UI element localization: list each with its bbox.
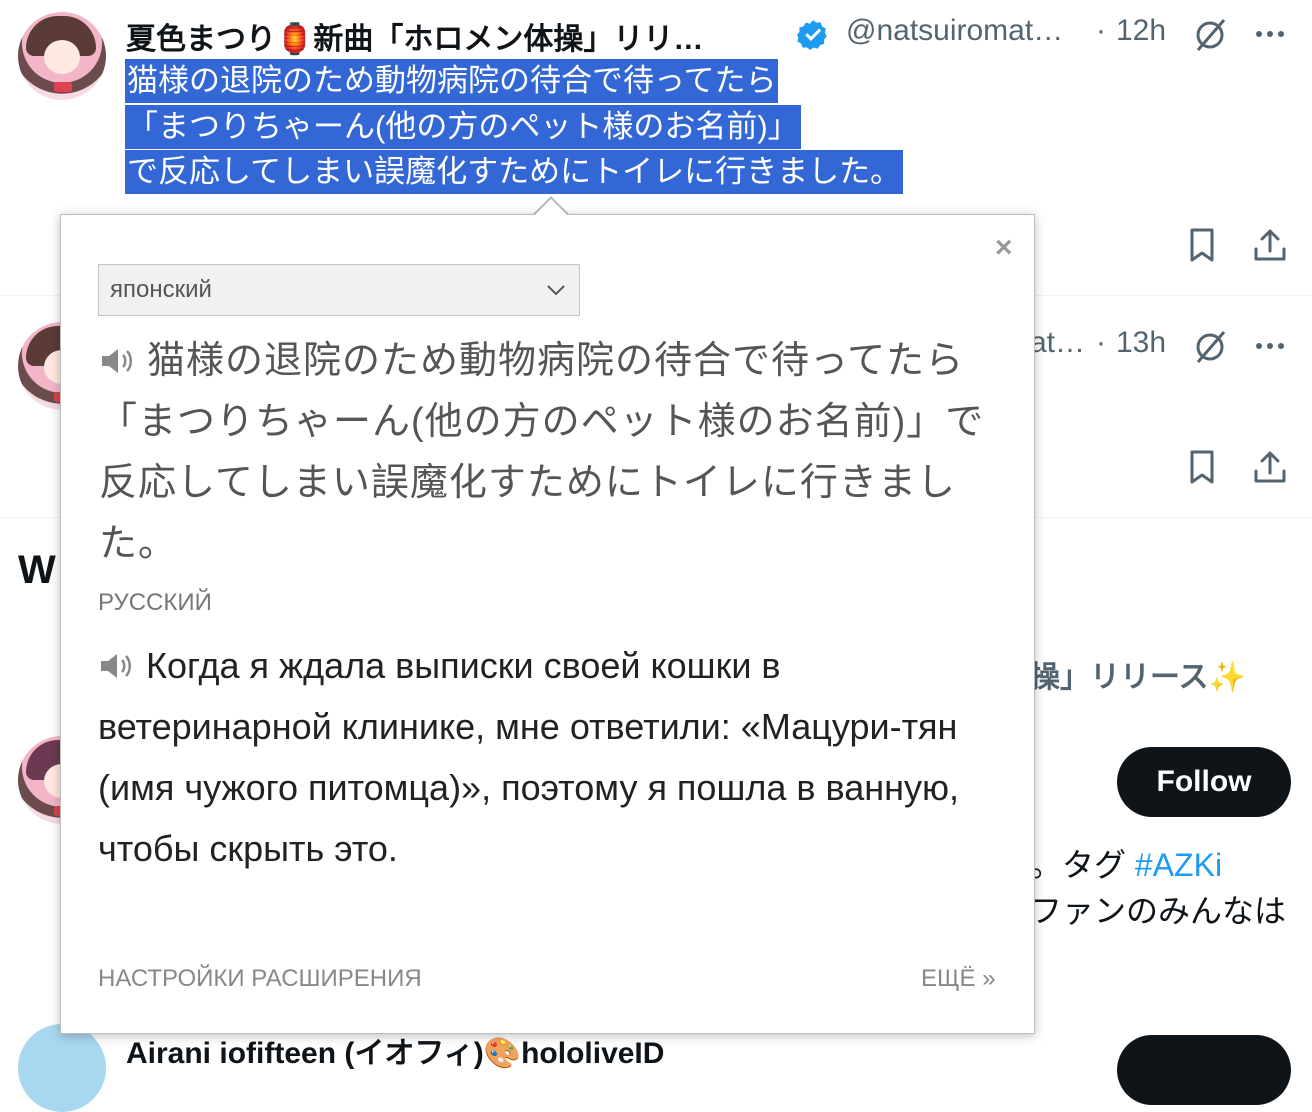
source-text-content: 猫様の退院のため動物病院の待合で待ってたら「まつりちゃーん(他の方のペット様のお… xyxy=(99,340,985,565)
verified-badge-icon xyxy=(796,20,827,50)
popup-arrow-inner xyxy=(534,199,568,216)
more-options-icon[interactable] xyxy=(1250,14,1290,54)
target-language-label: РУССКИЙ xyxy=(98,589,212,616)
tweet-timestamp[interactable]: 13h xyxy=(1116,326,1166,360)
suggested-user-name[interactable]: 操」リリース✨ xyxy=(1030,652,1246,696)
suggested-user-name[interactable]: Airani iofifteen (イオフィ)🎨hololiveID xyxy=(126,1028,664,1072)
source-text: 猫様の退院のため動物病院の待合で待ってたら「まつりちゃーん(他の方のペット様のお… xyxy=(99,331,999,575)
translated-text: Когда я ждала выписки своей кошки в вете… xyxy=(98,635,1008,879)
selected-text-line-3[interactable]: で反応してしまい誤魔化すためにトイレに行きました。 xyxy=(125,150,904,194)
tweet-handle[interactable]: at… xyxy=(1030,326,1085,360)
speaker-icon[interactable] xyxy=(99,346,135,376)
more-link[interactable]: ЕЩЁ » xyxy=(921,965,996,993)
follow-button[interactable]: Follow xyxy=(1117,747,1291,817)
tweet-author-name[interactable]: 夏色まつり🏮新曲「ホロメン体操」リリ… xyxy=(126,14,703,58)
section-heading: W xyxy=(18,548,56,592)
more-options-icon[interactable] xyxy=(1250,326,1290,366)
follow-button[interactable] xyxy=(1117,1035,1291,1105)
extension-settings-link[interactable]: НАСТРОЙКИ РАСШИРЕНИЯ xyxy=(98,965,422,993)
meta-separator: · xyxy=(1096,326,1106,359)
source-language-select[interactable]: японский xyxy=(98,264,580,316)
translated-text-content: Когда я ждала выписки своей кошки в вете… xyxy=(98,645,959,869)
selected-text-line-1[interactable]: 猫様の退院のため動物病院の待合で待ってたら xyxy=(125,59,779,103)
bio-text: 。タグ xyxy=(1030,847,1127,883)
bookmark-icon[interactable] xyxy=(1182,447,1222,487)
selected-text-line-2[interactable]: 「まつりちゃーん(他の方のペット様のお名前)」 xyxy=(125,105,801,149)
bookmark-icon[interactable] xyxy=(1182,225,1222,265)
suggested-user-bio: 。タグ #AZKi xyxy=(1030,840,1222,886)
hashtag-link[interactable]: #AZKi xyxy=(1135,847,1222,883)
avatar[interactable] xyxy=(18,12,106,100)
tweet-timestamp[interactable]: 12h xyxy=(1116,14,1166,48)
translation-popup: × японский 猫様の退院のため動物病院の待合で待ってたら「まつりちゃーん… xyxy=(60,214,1035,1034)
source-language-value: японский xyxy=(110,276,212,303)
meta-separator: · xyxy=(1096,14,1106,47)
tweet-handle[interactable]: @natsuiromat… xyxy=(846,14,1063,48)
close-icon[interactable]: × xyxy=(995,233,1013,263)
grok-icon[interactable] xyxy=(1190,14,1230,54)
chevron-down-icon xyxy=(547,285,565,296)
share-icon[interactable] xyxy=(1250,447,1290,487)
share-icon[interactable] xyxy=(1250,225,1290,265)
grok-icon[interactable] xyxy=(1190,326,1230,366)
speaker-icon[interactable] xyxy=(98,651,134,681)
avatar[interactable] xyxy=(18,1024,106,1112)
suggested-user-bio-line-2: ファンのみんなは xyxy=(1030,893,1287,929)
